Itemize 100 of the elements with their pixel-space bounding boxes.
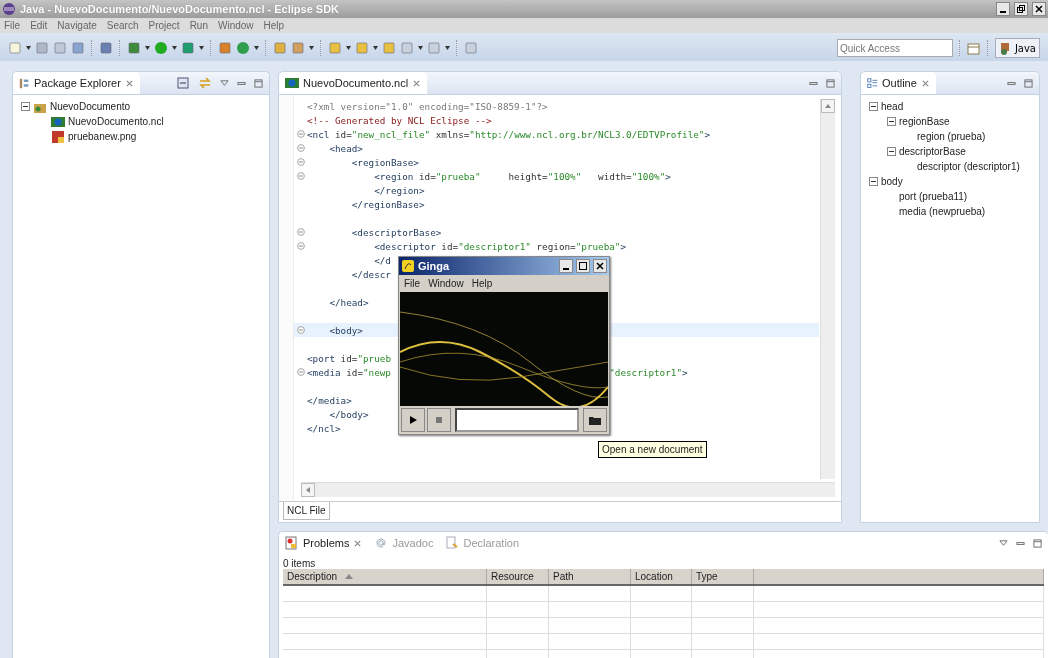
caret-icon[interactable] [145,46,150,50]
caret-icon[interactable] [373,46,378,50]
menu-item[interactable]: Navigate [57,20,97,31]
scroll-left-icon[interactable] [301,483,315,497]
fold-icon[interactable] [296,130,305,138]
menu-item[interactable]: Help [263,20,285,31]
code-line: </d [373,254,391,266]
tree-item[interactable]: pruebanew.png [68,131,137,142]
maximize-icon[interactable] [1024,78,1033,88]
maximize-icon[interactable] [254,78,263,88]
quick-access-field[interactable]: Quick Access [836,39,953,57]
image-file-icon [51,129,65,144]
perspective-button[interactable]: Java [994,38,1040,58]
fold-icon[interactable] [296,172,305,180]
fold-icon[interactable] [296,158,305,166]
vertical-scrollbar[interactable] [820,99,835,479]
editor-page-tab[interactable]: NCL File [283,502,330,520]
tree-item[interactable]: NuevoDocumento [50,101,131,112]
close-icon[interactable] [920,78,930,88]
play-button[interactable] [401,408,425,432]
menu-item[interactable]: Run [189,20,208,31]
tree-item[interactable]: head [881,101,904,112]
collapse-icon[interactable] [21,102,30,111]
sort-ascending-icon[interactable] [345,574,354,579]
column-header[interactable]: Path [549,569,631,584]
column-header[interactable]: Description [283,569,487,584]
minimize-button[interactable] [559,259,573,273]
caret-icon[interactable] [26,46,31,50]
tree-item[interactable]: port (prueba11) [899,191,968,202]
close-icon[interactable] [412,78,422,88]
fold-icon[interactable] [296,242,305,250]
horizontal-scrollbar[interactable] [301,482,835,497]
maximize-icon[interactable] [1033,538,1042,548]
caret-icon[interactable] [418,46,423,50]
tree-item[interactable]: media (newprueba) [899,206,986,217]
column-header[interactable]: Location [631,569,692,584]
menu-item[interactable]: File [404,278,421,289]
close-button[interactable] [593,259,607,273]
code-line: <descriptorBase> [350,226,442,238]
menu-item[interactable]: Project [148,20,180,31]
tree-item[interactable]: NuevoDocumento.ncl [68,116,164,127]
fold-icon[interactable] [296,228,305,236]
outline-icon [867,77,878,89]
column-header[interactable]: Resource [487,569,549,584]
code-line: <head> [328,142,363,154]
caret-icon[interactable] [445,46,450,50]
code-line: </media> [307,394,352,406]
code-line: <ncl id="new_ncl_file" xmlns="http://www.ncl.org.br/NCL3.0/EDTVProfile"> [307,128,711,140]
collapse-icon[interactable] [869,102,878,111]
menu-item[interactable]: Help [471,278,493,289]
menu-item[interactable]: Window [428,278,464,289]
collapse-icon[interactable] [869,177,878,186]
fold-icon[interactable] [296,368,305,376]
open-perspective-icon[interactable] [966,41,981,55]
code-line: </descr [350,268,391,280]
view-menu-icon[interactable] [999,538,1008,548]
close-icon[interactable] [124,78,134,88]
tree-item[interactable]: regionBase [899,116,950,127]
menu-item[interactable]: Window [218,20,254,31]
minimize-button[interactable] [996,2,1010,16]
caret-icon[interactable] [172,46,177,50]
close-icon[interactable] [353,538,363,548]
menu-item[interactable]: File [4,20,21,31]
scroll-up-icon[interactable] [821,99,835,113]
open-folder-button[interactable] [583,408,607,432]
link-arrows-icon[interactable] [198,76,212,90]
column-header[interactable]: Type [692,569,754,584]
menu-item[interactable]: Search [106,20,139,31]
maximize-icon[interactable] [826,78,835,88]
collapse-icon[interactable] [887,147,896,156]
fold-icon[interactable] [296,144,305,152]
code-line: </body> [328,408,369,420]
problems-icon [285,536,299,550]
caret-icon[interactable] [254,46,259,50]
app-icon [2,2,16,16]
code-line: <?xml version="1.0" encoding="ISO-8859-1"?> [307,100,548,112]
close-button[interactable] [1032,2,1046,16]
tree-item[interactable]: region (prueba) [917,131,986,142]
tree-item[interactable]: descriptor (descriptor1) [917,161,1020,172]
editor-tab[interactable]: NuevoDocumento.ncl [279,72,428,94]
collapse-all-icon[interactable] [176,76,190,90]
code-line: <region id="prueba" height="100%" width="100%"> [373,170,671,182]
code-line: <descriptor id="descriptor1" region="prueba"> [373,240,627,252]
tree-item[interactable]: body [881,176,903,187]
restore-button[interactable] [1014,2,1028,16]
menu-item[interactable]: Edit [30,20,48,31]
caret-icon[interactable] [199,46,204,50]
maximize-button[interactable] [576,259,590,273]
fold-icon[interactable] [296,326,305,334]
package-explorer-tab[interactable]: Package Explorer [13,72,140,94]
caret-icon[interactable] [346,46,351,50]
code-line: <media id="newp "descriptor1"> [307,366,688,378]
outline-tab[interactable]: Outline [861,72,936,94]
view-menu-icon[interactable] [220,78,229,88]
code-line: </ncl> [307,422,341,434]
tree-item[interactable]: descriptorBase [899,146,966,157]
file-path-field[interactable] [455,408,579,432]
collapse-icon[interactable] [887,117,896,126]
globe-icon [51,114,65,129]
caret-icon[interactable] [309,46,314,50]
